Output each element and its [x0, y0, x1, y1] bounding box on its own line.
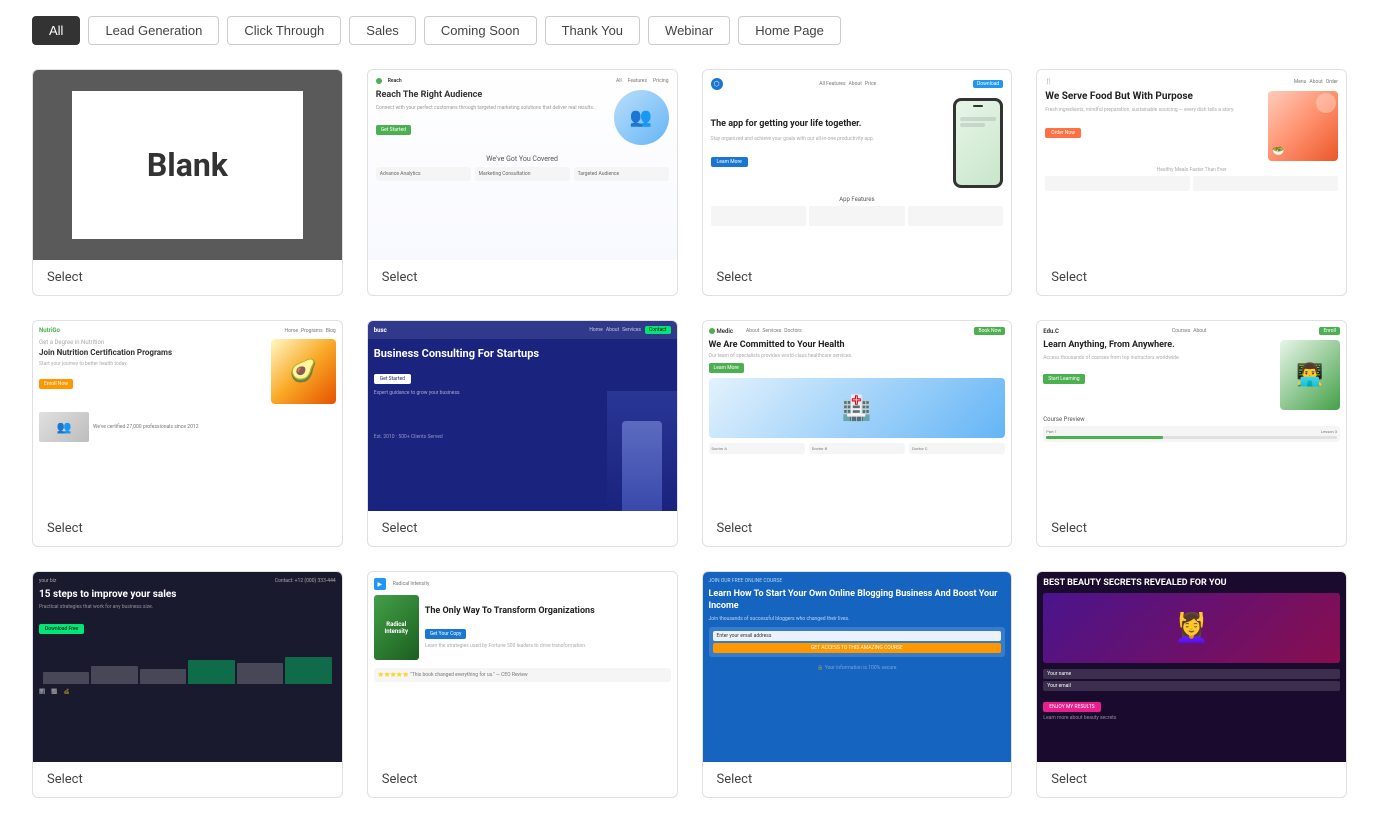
mock-health: Medic About Services Doctors Book Now We… — [703, 321, 1012, 511]
mock-beauty: BEST BEAUTY SECRETS REVEALED FOR YOU 💆‍♀… — [1037, 572, 1346, 762]
select-label-reach: Select — [382, 270, 418, 285]
template-preview-health: Medic About Services Doctors Book Now We… — [703, 321, 1012, 511]
filter-coming-soon[interactable]: Coming Soon — [424, 16, 537, 45]
template-card-sales[interactable]: your biz Contact: +12 (000) 333-444 15 s… — [32, 571, 343, 798]
mock-sales: your biz Contact: +12 (000) 333-444 15 s… — [33, 572, 342, 762]
template-footer-sales: Select — [33, 762, 342, 797]
mock-food: 🍴 Menu About Order We Serve Food But Wit… — [1037, 70, 1346, 260]
template-footer-reach: Select — [368, 260, 677, 295]
template-preview-beauty: BEST BEAUTY SECRETS REVEALED FOR YOU 💆‍♀… — [1037, 572, 1346, 762]
template-preview-nutrition: NutriGo Home Programs Blog Get a Degree … — [33, 321, 342, 511]
select-label-blank: Select — [47, 270, 83, 285]
template-preview-blank: Blank — [33, 70, 342, 260]
template-card-food[interactable]: 🍴 Menu About Order We Serve Food But Wit… — [1036, 69, 1347, 296]
template-card-nutrition[interactable]: NutriGo Home Programs Blog Get a Degree … — [32, 320, 343, 547]
select-label-blogging: Select — [717, 772, 753, 787]
filter-thank-you[interactable]: Thank You — [545, 16, 640, 45]
select-label-education: Select — [1051, 521, 1087, 536]
filter-webinar[interactable]: Webinar — [648, 16, 730, 45]
filter-click-through[interactable]: Click Through — [227, 16, 341, 45]
template-footer-blogging: Select — [703, 762, 1012, 797]
filter-lead-generation[interactable]: Lead Generation — [88, 16, 219, 45]
filter-sales[interactable]: Sales — [349, 16, 416, 45]
template-footer-app: Select — [703, 260, 1012, 295]
select-label-nutrition: Select — [47, 521, 83, 536]
template-card-blogging[interactable]: JOIN OUR FREE ONLINE COURSE Learn How To… — [702, 571, 1013, 798]
template-footer-education: Select — [1037, 511, 1346, 546]
template-preview-sales: your biz Contact: +12 (000) 333-444 15 s… — [33, 572, 342, 762]
select-label-app: Select — [717, 270, 753, 285]
template-card-health[interactable]: Medic About Services Doctors Book Now We… — [702, 320, 1013, 547]
select-label-beauty: Select — [1051, 772, 1087, 787]
template-footer-beauty: Select — [1037, 762, 1346, 797]
mock-reach: Reach All Features Pricing Reach The Rig… — [368, 70, 677, 260]
mock-blogging: JOIN OUR FREE ONLINE COURSE Learn How To… — [703, 572, 1012, 762]
select-label-food: Select — [1051, 270, 1087, 285]
template-card-reach[interactable]: Reach All Features Pricing Reach The Rig… — [367, 69, 678, 296]
template-preview-food: 🍴 Menu About Order We Serve Food But Wit… — [1037, 70, 1346, 260]
filter-home-page[interactable]: Home Page — [738, 16, 841, 45]
filter-all[interactable]: All — [32, 16, 80, 45]
select-label-business: Select — [382, 521, 418, 536]
template-preview-business: busc Home About Services Contact Busines… — [368, 321, 677, 511]
template-footer-transform: Select — [368, 762, 677, 797]
mock-education: Edu.C Courses About Enroll Learn Anythin… — [1037, 321, 1346, 511]
mock-nutrition: NutriGo Home Programs Blog Get a Degree … — [33, 321, 342, 511]
template-card-app[interactable]: ⬡ All Features About Price Download The … — [702, 69, 1013, 296]
filter-bar: All Lead Generation Click Through Sales … — [0, 0, 1379, 61]
template-preview-app: ⬡ All Features About Price Download The … — [703, 70, 1012, 260]
blank-label: Blank — [147, 146, 228, 184]
template-footer-food: Select — [1037, 260, 1346, 295]
template-footer-business: Select — [368, 511, 677, 546]
select-label-sales: Select — [47, 772, 83, 787]
template-footer-nutrition: Select — [33, 511, 342, 546]
template-card-transform[interactable]: Radical Intensity Radical Intensity The … — [367, 571, 678, 798]
template-card-blank[interactable]: Blank Select — [32, 69, 343, 296]
template-preview-transform: Radical Intensity Radical Intensity The … — [368, 572, 677, 762]
templates-grid: Blank Select Reach All Features Pricing — [0, 61, 1379, 830]
template-card-business[interactable]: busc Home About Services Contact Busines… — [367, 320, 678, 547]
template-preview-education: Edu.C Courses About Enroll Learn Anythin… — [1037, 321, 1346, 511]
template-footer-blank: Select — [33, 260, 342, 295]
template-preview-reach: Reach All Features Pricing Reach The Rig… — [368, 70, 677, 260]
mock-business: busc Home About Services Contact Busines… — [368, 321, 677, 511]
template-footer-health: Select — [703, 511, 1012, 546]
select-label-health: Select — [717, 521, 753, 536]
template-card-beauty[interactable]: BEST BEAUTY SECRETS REVEALED FOR YOU 💆‍♀… — [1036, 571, 1347, 798]
template-card-education[interactable]: Edu.C Courses About Enroll Learn Anythin… — [1036, 320, 1347, 547]
mock-app: ⬡ All Features About Price Download The … — [703, 70, 1012, 260]
template-preview-blogging: JOIN OUR FREE ONLINE COURSE Learn How To… — [703, 572, 1012, 762]
mock-transform: Radical Intensity Radical Intensity The … — [368, 572, 677, 762]
select-label-transform: Select — [382, 772, 418, 787]
